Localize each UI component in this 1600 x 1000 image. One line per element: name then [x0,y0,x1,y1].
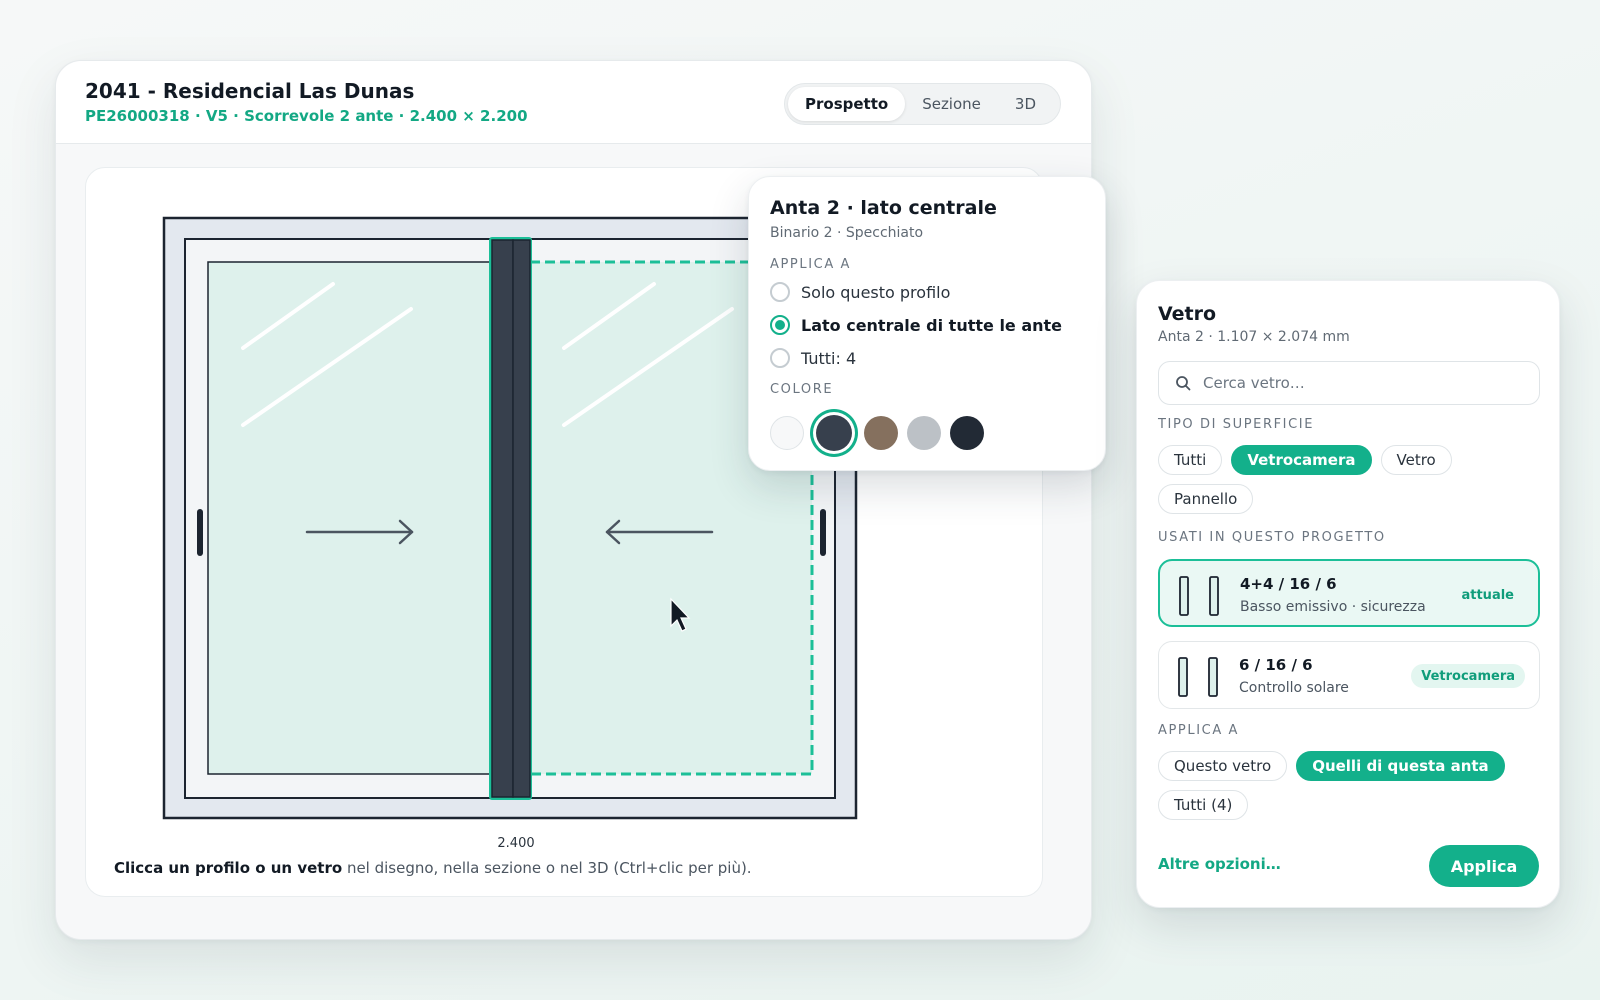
glass-option-desc: Controllo solare [1239,680,1349,696]
glass-panel-title: Vetro [1158,303,1217,325]
radio-label: Lato centrale di tutte le ante [801,315,1063,335]
apply-button[interactable]: Applica [1429,845,1539,887]
apply-to-label: APPLICA A [1158,723,1240,738]
radio-label: Solo questo profilo [801,282,951,302]
chip-vetrocamera[interactable]: Vetrocamera [1231,445,1372,475]
chip-pannello[interactable]: Pannello [1158,484,1254,514]
double-glazing-icon [1178,657,1218,697]
radio-option-solo-profilo[interactable]: Solo questo profilo [770,282,950,302]
chip-tutti[interactable]: Tutti [1158,445,1223,475]
color-swatch-white[interactable] [770,416,804,450]
profile-popover: Anta 2 · lato centrale Binario 2 · Specc… [748,176,1106,471]
color-swatch-bronze[interactable] [864,416,898,450]
project-subtitle: PE26000318 · V5 · Scorrevole 2 ante · 2.… [85,107,528,125]
handle-left[interactable] [197,509,203,556]
glass-option-name: 4+4 / 16 / 6 [1240,575,1337,593]
chip-vetro[interactable]: Vetro [1380,445,1452,475]
popover-title: Anta 2 · lato centrale [770,197,997,219]
radio-label: Tutti: 4 [801,348,857,368]
chip-tutti-4[interactable]: Tutti (4) [1158,790,1249,820]
glass-option-current[interactable]: 4+4 / 16 / 6 Basso emissivo · sicurezza … [1158,559,1540,627]
tab-3d[interactable]: 3D [998,87,1053,121]
color-swatches [770,415,984,451]
radio-option-tutti[interactable]: Tutti: 4 [770,348,856,368]
handle-right[interactable] [820,509,826,556]
radio-option-lato-centrale[interactable]: Lato centrale di tutte le ante [770,315,1062,335]
hint-rest: nel disegno, nella sezione o nel 3D (Ctr… [342,859,752,877]
double-glazing-icon [1179,576,1219,616]
canvas-hint: Clicca un profilo o un vetro nel disegno… [114,859,752,877]
central-profile-sash-2[interactable] [512,239,531,798]
glass-search-input[interactable] [1203,374,1523,392]
color-swatch-anthracite[interactable] [816,415,852,451]
popover-subtitle: Binario 2 · Specchiato [770,225,924,241]
color-label: COLORE [770,382,834,397]
apply-chips-row-2: Tutti (4) [1158,790,1249,820]
chip-questo-vetro[interactable]: Questo vetro [1158,751,1288,781]
glass-search [1158,361,1540,405]
width-dimension: 2.400 [497,836,535,851]
status-badge: attuale [1461,587,1514,603]
color-swatch-black[interactable] [950,416,984,450]
tab-sezione[interactable]: Sezione [905,87,998,121]
card-header: 2041 - Residencial Las Dunas PE26000318 … [56,61,1091,144]
radio-button[interactable] [770,348,790,368]
glass-panel: Vetro Anta 2 · 1.107 × 2.074 mm TIPO DI … [1136,280,1560,908]
radio-button[interactable] [770,282,790,302]
project-title: 2041 - Residencial Las Dunas [85,79,415,103]
surface-type-label: TIPO DI SUPERFICIE [1158,417,1315,432]
hint-bold: Clicca un profilo o un vetro [114,859,343,877]
apply-to-label: APPLICA A [770,257,852,272]
chip-quelli-di-questa-anta[interactable]: Quelli di questa anta [1296,751,1505,781]
glass-option-name: 6 / 16 / 6 [1239,656,1313,674]
used-in-project-label: USATI IN QUESTO PROGETTO [1158,530,1386,545]
search-icon [1176,376,1191,391]
type-badge: Vetrocamera [1411,664,1525,688]
glass-sash-1[interactable] [207,261,493,775]
more-options-link[interactable]: Altre opzioni… [1158,855,1281,873]
glass-option[interactable]: 6 / 16 / 6 Controllo solare Vetrocamera [1158,641,1540,709]
surface-chips-row-2: Pannello [1158,484,1254,514]
glass-panel-subtitle: Anta 2 · 1.107 × 2.074 mm [1158,329,1350,345]
radio-button-checked[interactable] [770,315,790,335]
apply-chips: Questo vetro Quelli di questa anta [1158,751,1505,781]
glass-option-desc: Basso emissivo · sicurezza [1240,599,1426,615]
view-toggle: Prospetto Sezione 3D [784,83,1061,125]
central-profile-sash-1[interactable] [491,239,514,798]
tab-prospetto[interactable]: Prospetto [788,87,906,121]
color-swatch-silver[interactable] [907,416,941,450]
surface-chips: Tutti Vetrocamera Vetro [1158,445,1452,475]
